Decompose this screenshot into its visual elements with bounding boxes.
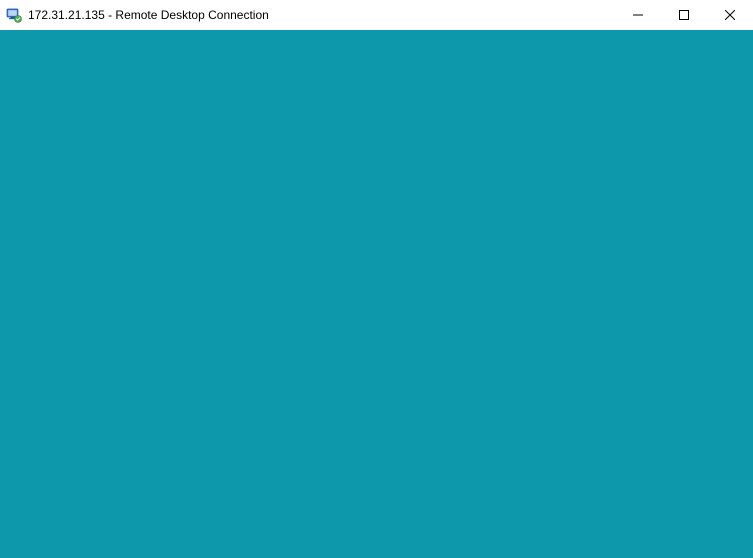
maximize-button[interactable] <box>661 0 707 30</box>
rdp-app-icon <box>6 7 22 23</box>
window-controls <box>615 0 753 30</box>
close-button[interactable] <box>707 0 753 30</box>
remote-desktop-viewport[interactable] <box>0 30 753 558</box>
window-titlebar: 172.31.21.135 - Remote Desktop Connectio… <box>0 0 753 30</box>
minimize-button[interactable] <box>615 0 661 30</box>
window-title: 172.31.21.135 - Remote Desktop Connectio… <box>28 0 615 30</box>
